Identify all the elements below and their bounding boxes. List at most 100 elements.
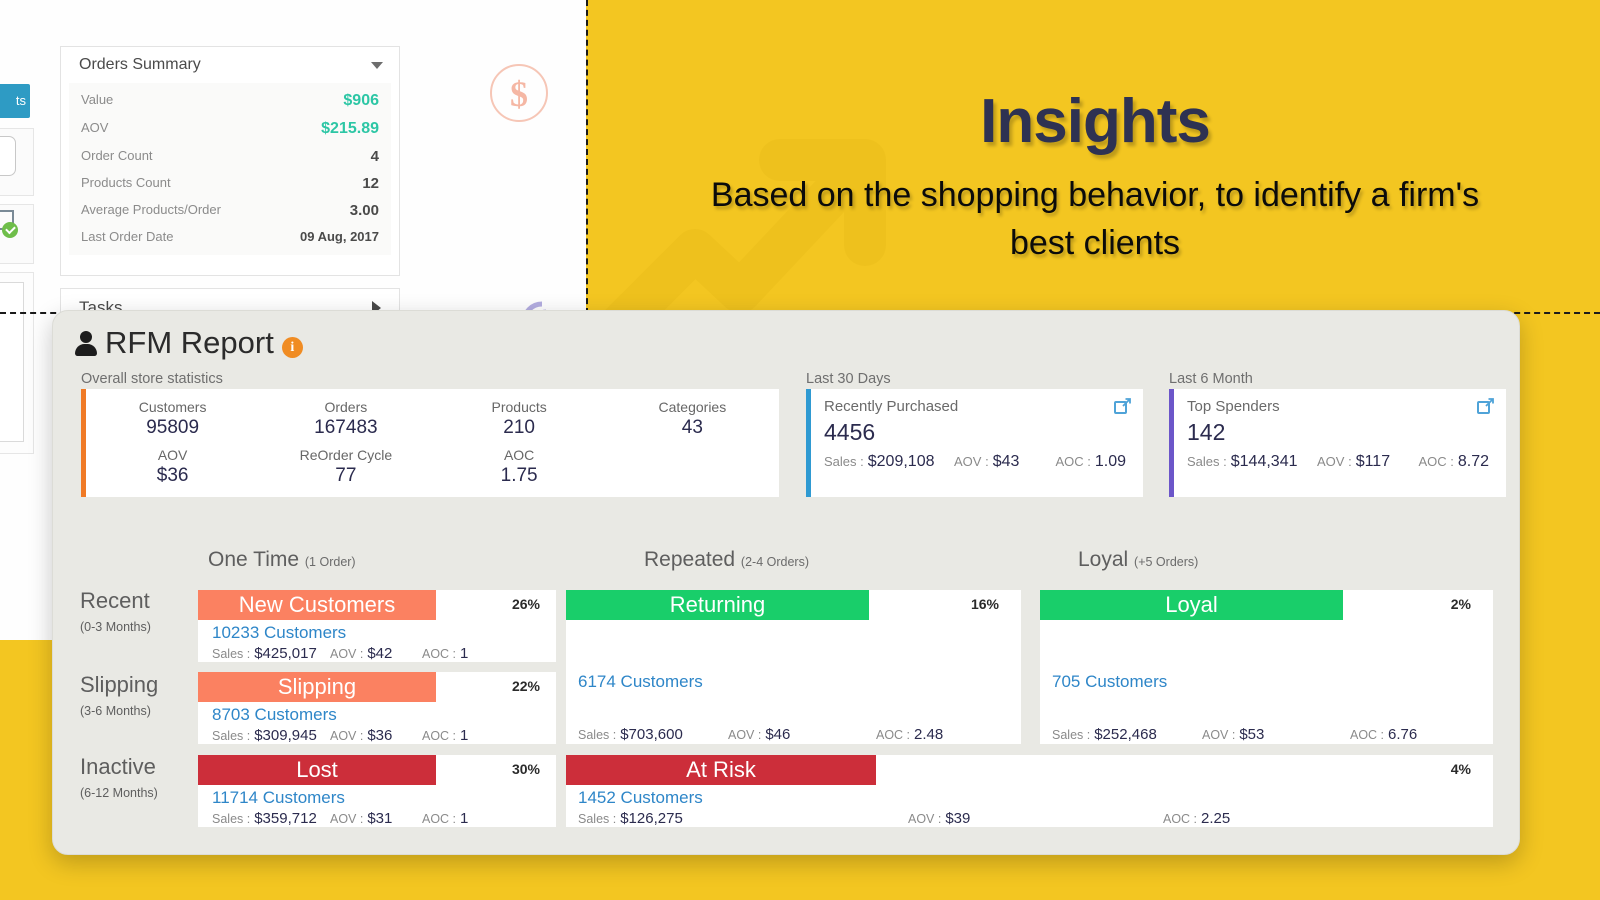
stat-value: 77 xyxy=(335,465,357,486)
edge-tab-partial[interactable]: ts xyxy=(0,84,30,118)
metric-value: $359,712 xyxy=(254,810,317,827)
top-spenders-card[interactable]: Top Spenders 142 Sales : $144,341 AOV : $1… xyxy=(1169,389,1506,497)
page-title: Insights xyxy=(980,87,1211,156)
recently-purchased-card[interactable]: Recently Purchased 4456 Sales : $209,108 … xyxy=(806,389,1143,497)
row-name: Inactive xyxy=(80,754,156,779)
metric-sales: Sales : $309,945 xyxy=(212,727,330,744)
metric-aov: AOV : $43 xyxy=(954,453,1052,471)
metric-value: $126,275 xyxy=(620,810,683,827)
segment-customers: 705 Customers xyxy=(1052,672,1168,691)
orders-summary-body: Value $906 AOV $215.89 Order Count 4 Pro… xyxy=(69,83,391,255)
card-metrics: Sales : $144,341 AOV : $117 AOC :8.72 xyxy=(1174,446,1506,471)
metric-label: Sales : xyxy=(1052,728,1091,742)
metric-label: AOC : xyxy=(1418,454,1454,469)
metric-aov: AOV : $39 xyxy=(908,810,1163,827)
external-link-icon[interactable] xyxy=(1477,398,1494,415)
column-header-repeated: Repeated (2-4 Orders) xyxy=(644,548,809,572)
segment-customers: 6174 Customers xyxy=(578,672,703,691)
column-sub: (1 Order) xyxy=(304,555,356,569)
metric-label: AOC : xyxy=(422,812,457,826)
edge-pill-shape xyxy=(0,136,16,176)
stat-value: $36 xyxy=(156,465,189,486)
row-label: Order Count xyxy=(81,148,153,163)
stat-value: 167483 xyxy=(314,417,378,438)
segment-metrics: Sales : $126,275 AOV : $39 AOC :2.25 xyxy=(578,810,1468,827)
segment-customers: 8703 Customers xyxy=(212,705,337,724)
row-value: 09 Aug, 2017 xyxy=(299,229,379,244)
metric-aov: AOV : $46 xyxy=(728,726,876,743)
segment-cell-new-customers[interactable]: New Customers 26% 10233 Customers Sales … xyxy=(198,590,556,662)
stat-aov: AOV $36 xyxy=(86,447,259,487)
metric-label: Sales : xyxy=(1187,454,1227,469)
metric-label: AOV : xyxy=(330,812,364,826)
metric-label: Sales : xyxy=(212,729,251,743)
metric-sales: Sales : $252,468 xyxy=(1052,726,1202,743)
metric-aoc: AOC :1 xyxy=(422,727,468,744)
segment-percent: 2% xyxy=(1450,596,1471,612)
segment-cell-returning[interactable]: Returning 16% 6174 Customers Sales : $703… xyxy=(566,590,1021,744)
overall-stats-label: Overall store statistics xyxy=(81,371,223,387)
info-icon[interactable]: i xyxy=(281,336,303,358)
list-item: AOV $215.89 xyxy=(69,115,391,143)
metric-value: $209,108 xyxy=(867,453,935,470)
metric-aov: AOV : $36 xyxy=(330,727,422,744)
metric-value: 8.72 xyxy=(1457,453,1489,470)
metric-value: $309,945 xyxy=(254,727,317,744)
chevron-down-icon[interactable] xyxy=(371,61,383,69)
segment-metrics: Sales : $703,600 AOV : $46 AOC :2.48 xyxy=(578,726,1010,743)
segment-bar: Slipping xyxy=(198,672,436,702)
metric-value: $42 xyxy=(367,645,393,662)
segment-cell-lost[interactable]: Lost 30% 11714 Customers Sales : $359,712… xyxy=(198,755,556,827)
segment-customers: 10233 Customers xyxy=(212,623,347,642)
segment-metrics: Sales : $252,468 AOV : $53 AOC :6.76 xyxy=(1052,726,1482,743)
check-circle-icon xyxy=(2,222,18,238)
orders-summary-header[interactable]: Orders Summary xyxy=(61,47,399,83)
segment-percent: 30% xyxy=(511,761,540,777)
segment-bar: New Customers xyxy=(198,590,436,620)
column-sub: (2-4 Orders) xyxy=(740,555,809,569)
segment-metrics: Sales : $425,017 AOV : $42 AOC :1 xyxy=(212,645,542,662)
metric-value: 1 xyxy=(460,727,469,744)
segment-cell-slipping[interactable]: Slipping 22% 8703 Customers Sales : $309,… xyxy=(198,672,556,744)
metric-value: 1 xyxy=(460,645,469,662)
stat-label: ReOrder Cycle xyxy=(299,447,393,463)
segment-bar: At Risk xyxy=(566,755,876,785)
segment-percent: 22% xyxy=(511,678,540,694)
overall-stats-card: Customers 95809 Orders 167483 Products 2… xyxy=(81,389,779,497)
rfm-report-title: RFM Report xyxy=(105,325,274,360)
external-link-icon[interactable] xyxy=(1114,398,1131,415)
segment-cell-at-risk[interactable]: At Risk 4% 1452 Customers Sales : $126,27… xyxy=(566,755,1493,827)
metric-aov: AOV : $117 xyxy=(1317,453,1415,471)
list-item: Last Order Date 09 Aug, 2017 xyxy=(69,224,391,249)
row-label: Average Products/Order xyxy=(81,202,221,217)
metric-label: Sales : xyxy=(824,454,864,469)
metric-label: AOV : xyxy=(330,647,364,661)
row-sub: (3-6 Months) xyxy=(80,704,151,718)
last-6-month-label: Last 6 Month xyxy=(1169,371,1253,387)
metric-value: $252,468 xyxy=(1094,726,1157,743)
segment-bar: Loyal xyxy=(1040,590,1343,620)
card-header: Recently Purchased xyxy=(811,389,1143,415)
row-value: $906 xyxy=(343,92,379,109)
row-value: 4 xyxy=(370,148,379,165)
edge-card-three-inner xyxy=(0,282,24,442)
metric-sales: Sales : $126,275 xyxy=(578,810,908,827)
column-sub: (+5 Orders) xyxy=(1134,555,1199,569)
stat-customers: Customers 95809 xyxy=(86,399,259,439)
segment-cell-loyal[interactable]: Loyal 2% 705 Customers Sales : $252,468 A… xyxy=(1040,590,1493,744)
metric-label: Sales : xyxy=(578,812,617,826)
metric-sales: Sales : $425,017 xyxy=(212,645,330,662)
card-count: 142 xyxy=(1187,419,1226,445)
metric-aoc: AOC :1 xyxy=(422,810,468,827)
metric-value: $144,341 xyxy=(1230,453,1298,470)
metric-value: $425,017 xyxy=(254,645,317,662)
metric-aov: AOV : $53 xyxy=(1202,726,1350,743)
rfm-report-header: RFM Report i xyxy=(75,325,303,361)
metric-label: AOC : xyxy=(422,729,457,743)
metric-label: Sales : xyxy=(212,647,251,661)
segment-metrics: Sales : $309,945 AOV : $36 AOC :1 xyxy=(212,727,542,744)
metric-value: 1.09 xyxy=(1094,453,1126,470)
metric-value: 1 xyxy=(460,810,469,827)
row-value: 3.00 xyxy=(349,202,379,219)
orders-summary-title: Orders Summary xyxy=(79,56,201,73)
